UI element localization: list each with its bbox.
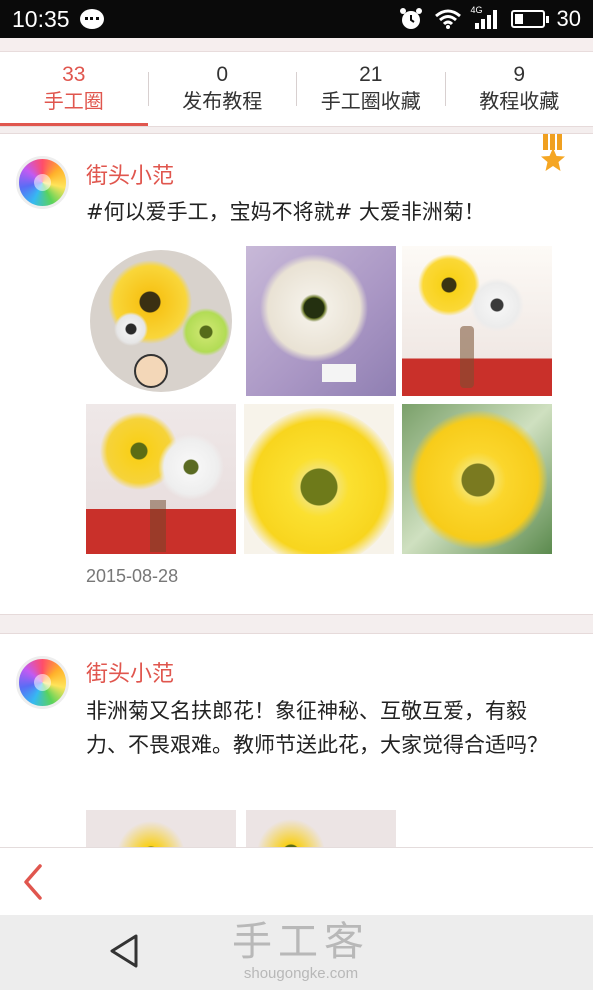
post-image[interactable]	[244, 404, 394, 554]
tab-published-tutorials[interactable]: 0 发布教程	[149, 52, 297, 126]
watermark-url: shougongke.com	[243, 965, 359, 982]
bottom-bar	[0, 847, 593, 915]
post-image[interactable]	[402, 246, 552, 396]
post-date: 2015-08-28	[86, 566, 179, 586]
battery-icon	[510, 10, 549, 28]
tab-circle-favorites[interactable]: 21 手工圈收藏	[297, 52, 445, 126]
alarm-icon	[399, 7, 423, 31]
tab-count: 33	[62, 63, 86, 86]
post-image[interactable]	[86, 246, 236, 396]
post-author[interactable]: 街头小范	[86, 656, 174, 688]
tab-count: 0	[216, 63, 229, 86]
profile-tabs: 33 手工圈 0 发布教程 21 手工圈收藏 9 教程收藏	[0, 52, 593, 126]
post-author[interactable]: 街头小范	[86, 158, 174, 190]
post-image[interactable]	[402, 404, 552, 554]
post-text: 非洲菊又名扶郎花！象征神秘、互敬互爱，有毅力、不畏艰难。教师节送此花，大家觉得合…	[86, 699, 548, 757]
signal-icon: 4G	[471, 5, 499, 29]
tab-tutorial-favorites[interactable]: 9 教程收藏	[446, 52, 593, 126]
avatar[interactable]	[16, 656, 69, 709]
tab-label: 手工圈	[43, 89, 104, 113]
watermark-title: 手工客	[232, 919, 370, 965]
avatar[interactable]	[16, 156, 69, 209]
top-strip	[0, 38, 593, 52]
post-image[interactable]	[86, 810, 236, 847]
section-divider	[0, 614, 593, 634]
post-image[interactable]	[86, 404, 236, 554]
tab-count: 21	[359, 63, 383, 86]
wifi-icon	[434, 9, 461, 29]
network-type: 4G	[470, 5, 483, 15]
tab-label: 手工圈收藏	[320, 89, 421, 113]
message-icon	[79, 9, 104, 29]
section-divider	[0, 126, 593, 134]
tab-handcraft-circle[interactable]: 33 手工圈	[0, 52, 148, 126]
status-bar: 10:35 4G 30	[0, 0, 593, 38]
status-time: 10:35	[12, 5, 70, 32]
system-nav-bar: 手工客 shougongke.com	[0, 915, 593, 990]
post-card: 街头小范 #何以爱手工，宝妈不将就# 大爱非洲菊！ 2015-08-28	[0, 134, 593, 614]
triangle-back-icon[interactable]	[108, 933, 140, 969]
tab-label: 发布教程	[182, 89, 263, 113]
medal-icon	[541, 134, 565, 171]
post-text: #何以爱手工，宝妈不将就# 大爱非洲菊！	[86, 200, 485, 224]
tab-label: 教程收藏	[479, 89, 560, 113]
tab-count: 9	[513, 63, 526, 86]
post-card: 街头小范 非洲菊又名扶郎花！象征神秘、互敬互爱，有毅力、不畏艰难。教师节送此花，…	[0, 634, 593, 847]
post-image[interactable]	[246, 810, 396, 847]
post-image[interactable]	[246, 246, 396, 396]
chevron-left-icon[interactable]	[22, 864, 44, 900]
battery-level: 30	[556, 6, 581, 31]
watermark: 手工客 shougongke.com	[232, 919, 370, 982]
